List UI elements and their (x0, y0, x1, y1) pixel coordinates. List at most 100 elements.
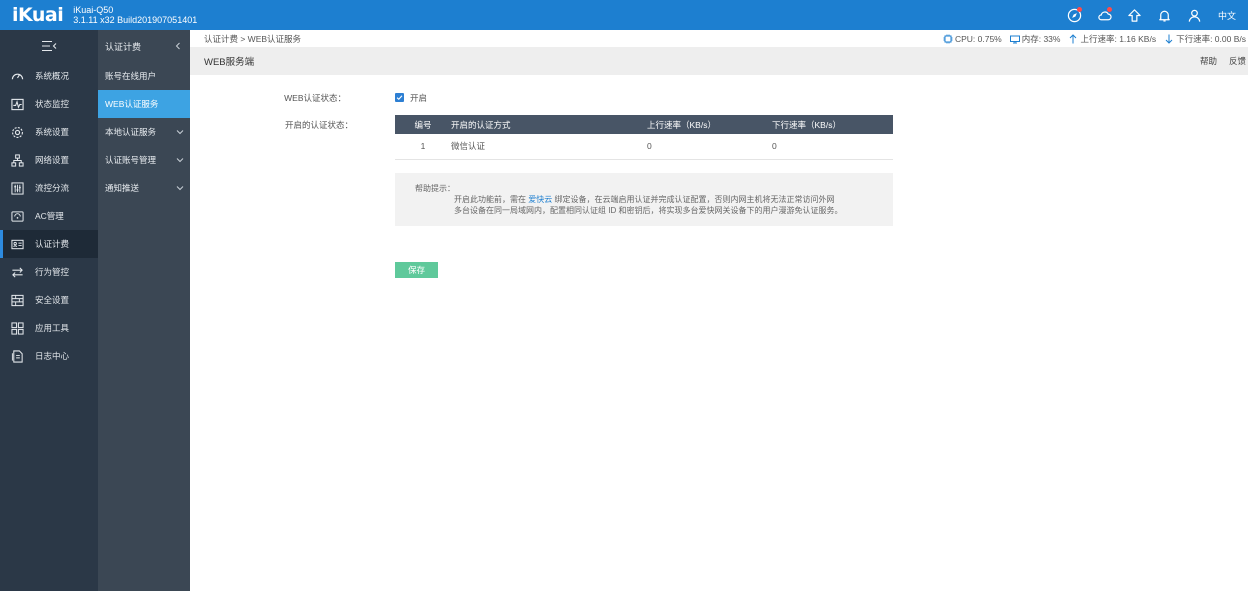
web-auth-checkbox[interactable] (395, 93, 404, 102)
monitor-icon (10, 97, 24, 111)
subnav-item-account-mgmt[interactable]: 认证账号管理 (98, 146, 190, 174)
download-stat: 下行速率: 0.00 B/s (1164, 33, 1246, 45)
nav-item-security[interactable]: 安全设置 (0, 286, 98, 314)
device-model: iKuai-Q50 (73, 5, 114, 15)
nav-item-label: 日志中心 (35, 351, 70, 361)
nav-item-auth-billing[interactable]: 认证计费 (0, 230, 98, 258)
chevron-left-icon[interactable] (174, 42, 182, 50)
firmware-version: 3.1.11 x32 Build201907051401 (73, 15, 198, 25)
nav-item-tools[interactable]: 应用工具 (0, 314, 98, 342)
ac-icon (10, 209, 24, 223)
nav-item-monitor[interactable]: 状态监控 (0, 90, 98, 118)
subnav-item-notify[interactable]: 通知推送 (98, 174, 190, 202)
nav-item-overview[interactable]: 系统概况 (0, 62, 98, 90)
main-content: 认证计费 > WEB认证服务 CPU: 0.75% 内存: 33% 上行速率: … (190, 30, 1248, 591)
cpu-value: CPU: 0.75% (954, 33, 1002, 44)
table-header-row: 编号 开启的认证方式 上行速率（KB/s） 下行速率（KB/s） (395, 115, 893, 134)
page-title: WEB服务端 (204, 57, 255, 68)
subnav-item-label: 通知推送 (105, 183, 140, 193)
help-text-line1: 开启此功能前，需在 爱快云 绑定设备，在云端启用认证并完成认证配置，否则内网主机… (454, 194, 834, 205)
arrows-icon (10, 265, 24, 279)
sub-nav: 认证计费 账号在线用户 WEB认证服务 本地认证服务 认证账号管理 通知推送 (98, 30, 190, 591)
col-header-upload: 上行速率（KB/s） (647, 115, 772, 134)
web-auth-checkbox-label[interactable]: 开启 (410, 92, 427, 104)
nav-item-logs[interactable]: 日志中心 (0, 342, 98, 370)
nav-item-label: 系统概况 (35, 71, 70, 81)
device-info: iKuai-Q50 3.1.11 x32 Build201907051401 (73, 5, 197, 25)
notification-dot (1106, 7, 1112, 12)
feedback-link[interactable]: 反馈 (1229, 55, 1246, 67)
subnav-header: 认证计费 (98, 30, 190, 62)
compass-icon[interactable] (1060, 0, 1090, 30)
auth-methods-table: 编号 开启的认证方式 上行速率（KB/s） 下行速率（KB/s） 1 微信认证 … (395, 115, 893, 160)
nav-item-label: 认证计费 (35, 239, 70, 249)
left-nav: 系统概况 状态监控 系统设置 网络设置 流控分流 AC管理 认证计费 行为管控 … (0, 30, 98, 591)
breadcrumb-bar: 认证计费 > WEB认证服务 CPU: 0.75% 内存: 33% 上行速率: … (190, 30, 1248, 47)
help-title: 帮助提示： (415, 184, 455, 193)
ikuai-cloud-link[interactable]: 爱快云 (528, 195, 552, 204)
help-text-part: 绑定设备，在云端启用认证并完成认证配置，否则内网主机将无法正常访问外网 (554, 195, 835, 204)
nav-item-label: 状态监控 (35, 99, 70, 109)
table-row[interactable]: 1 微信认证 0 0 (395, 134, 893, 160)
memory-icon (1009, 35, 1020, 43)
nav-item-system-settings[interactable]: 系统设置 (0, 118, 98, 146)
collapse-menu-icon[interactable] (0, 30, 98, 62)
nav-item-network[interactable]: 网络设置 (0, 146, 98, 174)
bell-icon[interactable] (1150, 0, 1180, 30)
firewall-icon (10, 293, 24, 307)
help-link[interactable]: 帮助 (1200, 55, 1217, 67)
upgrade-icon[interactable] (1120, 0, 1150, 30)
cpu-icon (943, 34, 953, 43)
apps-icon (10, 321, 24, 335)
id-card-icon (10, 237, 24, 251)
col-header-id: 编号 (395, 115, 451, 134)
nav-item-label: 流控分流 (35, 183, 70, 193)
chevron-down-icon (176, 158, 184, 163)
help-text-part: 开启此功能前，需在 (454, 195, 526, 204)
subnav-item-online-users[interactable]: 账号在线用户 (98, 62, 190, 90)
network-icon (10, 153, 24, 167)
sliders-icon (10, 181, 24, 195)
nav-item-label: 行为管控 (35, 267, 70, 277)
subnav-item-label: 本地认证服务 (105, 127, 157, 137)
auth-methods-label: 开启的认证状态： (284, 120, 353, 130)
nav-item-label: 系统设置 (35, 127, 70, 137)
col-header-download: 下行速率（KB/s） (772, 115, 893, 134)
memory-value: 内存: 33% (1021, 33, 1061, 44)
nav-item-ac[interactable]: AC管理 (0, 202, 98, 230)
language-switch[interactable]: 中文 (1210, 9, 1248, 22)
nav-item-label: 网络设置 (35, 155, 70, 165)
top-bar: iKuai iKuai-Q50 3.1.11 x32 Build20190705… (0, 0, 1248, 30)
notification-dot (1076, 7, 1082, 12)
web-auth-status-label: WEB认证状态： (284, 93, 346, 103)
cloud-icon[interactable] (1090, 0, 1120, 30)
save-button[interactable]: 保存 (395, 262, 438, 278)
page-title-bar: WEB服务端 帮助 反馈 (190, 47, 1248, 75)
top-icons: 中文 (1060, 0, 1248, 30)
cell-download: 0 (772, 134, 893, 160)
subnav-item-local-auth[interactable]: 本地认证服务 (98, 118, 190, 146)
nav-item-label: 安全设置 (35, 295, 70, 305)
upload-value: 上行速率: 1.16 KB/s (1080, 33, 1157, 44)
help-box: 帮助提示： 开启此功能前，需在 爱快云 绑定设备，在云端启用认证并完成认证配置，… (395, 173, 893, 226)
help-text-line2: 多台设备在同一局域网内，配置相同认证组 ID 和密钥后，将实现多台爱快网关设备下… (454, 206, 843, 215)
subnav-item-web-auth[interactable]: WEB认证服务 (98, 90, 190, 118)
memory-stat: 内存: 33% (1009, 33, 1061, 45)
logo-text: iKuai (12, 4, 64, 26)
subnav-title: 认证计费 (105, 41, 142, 52)
nav-item-flow-control[interactable]: 流控分流 (0, 174, 98, 202)
nav-item-behavior[interactable]: 行为管控 (0, 258, 98, 286)
subnav-item-label: 认证账号管理 (105, 155, 157, 165)
page-links: 帮助 反馈 (1200, 55, 1246, 67)
system-stats: CPU: 0.75% 内存: 33% 上行速率: 1.16 KB/s 下行速率:… (943, 33, 1246, 45)
arrow-down-icon (1165, 34, 1173, 44)
log-icon (10, 349, 24, 363)
user-icon[interactable] (1180, 0, 1210, 30)
nav-item-label: 应用工具 (35, 323, 70, 333)
arrow-up-icon (1070, 33, 1077, 43)
cell-upload: 0 (647, 134, 772, 160)
chevron-down-icon (176, 186, 184, 191)
upload-stat: 上行速率: 1.16 KB/s (1068, 33, 1156, 45)
col-header-method: 开启的认证方式 (451, 115, 647, 134)
logo[interactable]: iKuai iKuai-Q50 3.1.11 x32 Build20190705… (0, 4, 197, 26)
